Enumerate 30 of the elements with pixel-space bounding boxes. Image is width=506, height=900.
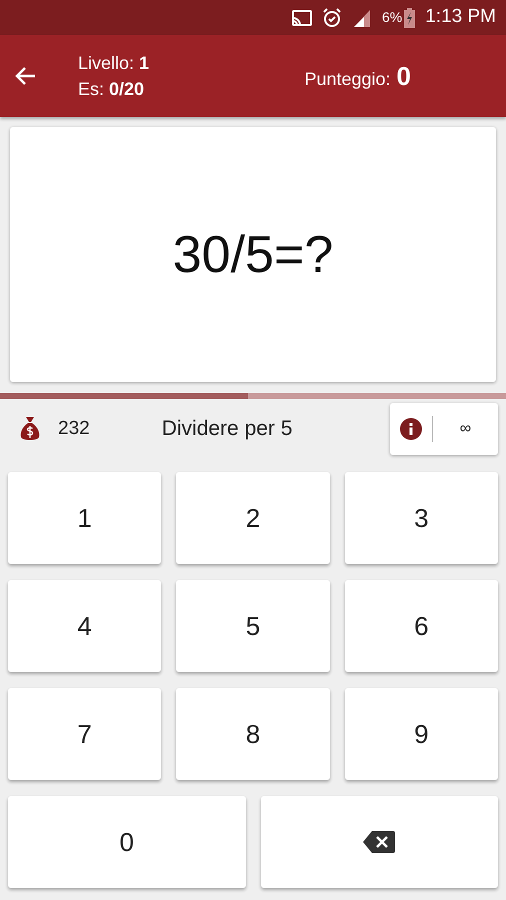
backspace-icon [363, 831, 396, 853]
topic-label: Dividere per 5 [162, 416, 292, 442]
digit-key[interactable]: 8 [176, 688, 330, 780]
backspace-key[interactable] [260, 796, 498, 888]
digit-key[interactable]: 4 [8, 580, 162, 672]
exercise-counter: Es: 0/20 [78, 78, 146, 101]
timer-value: ∞ [460, 419, 472, 439]
level-label: Livello: 1 [78, 52, 150, 75]
digit-key[interactable]: 2 [176, 472, 330, 564]
digit-key[interactable]: 0 [8, 796, 246, 888]
info-icon [409, 423, 413, 435]
coin-count: 232 [58, 416, 90, 441]
signal-icon [352, 8, 372, 26]
alarm-icon [322, 8, 342, 28]
cast-icon [292, 10, 312, 26]
battery-charging-icon [404, 8, 416, 28]
info-button[interactable] [400, 418, 422, 440]
battery-percent: 6% [382, 8, 402, 27]
digit-key[interactable]: 7 [8, 688, 162, 780]
clock: 1:13 PM [425, 5, 496, 30]
digit-key[interactable]: 9 [344, 688, 498, 780]
back-arrow-icon [14, 66, 36, 86]
digit-key[interactable]: 1 [8, 472, 162, 564]
money-bag-icon [20, 416, 40, 442]
digit-key[interactable]: 3 [344, 472, 498, 564]
digit-key[interactable]: 5 [176, 580, 330, 672]
digit-key[interactable]: 6 [344, 580, 498, 672]
score-label: Punteggio: [304, 68, 391, 91]
score-value: 0 [396, 60, 411, 92]
question-text: 30/5=? [172, 224, 334, 286]
